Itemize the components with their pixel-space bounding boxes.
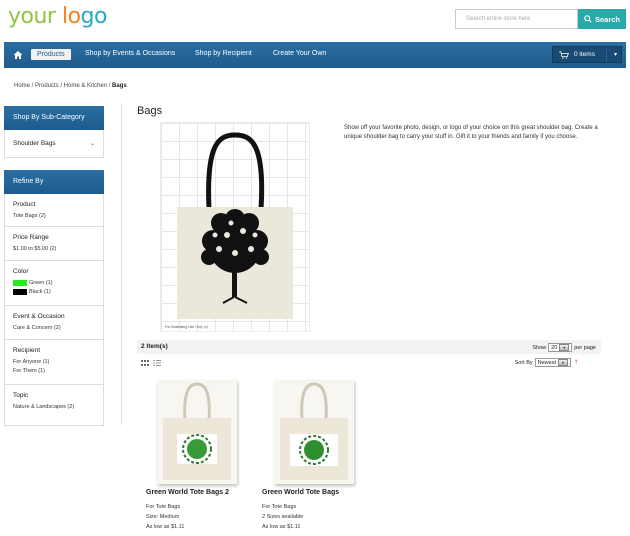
product-name[interactable]: Green World Tote Bags 2	[146, 489, 229, 496]
view-bar: Sort By Newest ▾ ↑	[137, 357, 601, 370]
nav-shop-by-recipient[interactable]: Shop by Recipient	[195, 50, 252, 57]
filter-title: Topic	[13, 392, 29, 399]
list-view-icon[interactable]	[153, 360, 161, 366]
product-price: As low as $1.11	[146, 524, 185, 530]
cart-count: 0 items	[574, 51, 595, 58]
filter-title: Recipient	[13, 347, 41, 354]
product-price: As low as $1.11	[262, 524, 301, 530]
show-label: Show	[532, 344, 547, 351]
filter-title: Price Range	[13, 234, 49, 241]
sort-value: Newest	[537, 359, 556, 366]
cart-icon	[559, 50, 569, 59]
nav-shop-by-events[interactable]: Shop by Events & Occasions	[85, 50, 175, 57]
logo-word-go: go	[80, 4, 108, 29]
page-title: Bags	[137, 105, 163, 117]
item-count: 2 Item(s)	[141, 343, 168, 350]
search-input[interactable]: Search entire store here	[455, 9, 578, 29]
sort-control: Sort By Newest ▾	[515, 358, 571, 367]
color-swatch-green	[13, 280, 27, 286]
filter-option[interactable]: Tote Bags (2)	[13, 213, 103, 219]
sort-direction-icon[interactable]: ↑	[574, 357, 578, 366]
filter-option-label: Black (1)	[29, 289, 51, 295]
filter-group-recipient: Recipient For Anyone (1) For Them (1)	[5, 340, 103, 385]
breadcrumb-path[interactable]: Home / Products / Home & Kitchen /	[14, 83, 112, 89]
product-type: For Tote Bags	[146, 504, 181, 510]
filter-group-product: Product Tote Bags (2)	[5, 194, 103, 227]
filter-option-label: Green (1)	[29, 280, 53, 286]
page-size-value: 20	[551, 344, 558, 351]
refine-header: Refine By	[4, 170, 104, 194]
filter-option[interactable]: Nature & Landscapes (2)	[13, 404, 103, 410]
product-image-1[interactable]	[157, 380, 237, 484]
filter-option[interactable]: For Them (1)	[13, 368, 103, 374]
subcategory-select[interactable]: Shoulder Bags ⌄	[4, 130, 104, 158]
product-type: For Tote Bags	[262, 504, 297, 510]
tote-bag-icon	[274, 380, 354, 484]
home-icon[interactable]	[13, 50, 23, 60]
filter-option[interactable]: For Anyone (1)	[13, 359, 103, 365]
sidebar-divider	[121, 103, 122, 425]
chevron-down-icon: ▾	[559, 344, 570, 351]
grid-view-icon[interactable]	[141, 360, 149, 366]
tote-bag-illustration	[177, 132, 293, 319]
logo-word-lo: lo	[61, 4, 81, 29]
breadcrumb-current: Bags	[112, 83, 127, 89]
chevron-down-icon: ⌄	[89, 141, 95, 147]
toolbar: 2 Item(s) Show 20 ▾ per page	[137, 340, 601, 354]
category-description: Show off your favorite photo, design, or…	[344, 125, 598, 140]
filter-option[interactable]: $1.00 to $5.00 (2)	[13, 246, 103, 252]
cart-divider	[606, 47, 607, 62]
subcategory-value: Shoulder Bags	[13, 140, 56, 147]
product-image-2[interactable]	[274, 380, 354, 484]
filter-option[interactable]: Care & Concern (2)	[13, 325, 103, 331]
product-name[interactable]: Green World Tote Bags	[262, 489, 339, 496]
filter-title: Product	[13, 201, 36, 208]
filter-option-green[interactable]: Green (1)	[13, 280, 103, 286]
search-icon	[584, 15, 592, 23]
filter-title: Color	[13, 268, 29, 275]
filter-group-topic: Topic Nature & Landscapes (2)	[5, 385, 103, 425]
product-size: Size: Medium	[146, 514, 180, 520]
product-size: 2 Sizes available	[262, 514, 304, 520]
cart-button[interactable]: 0 items ▾	[552, 46, 622, 63]
subcategory-header: Shop By Sub-Category	[4, 106, 104, 130]
search-button[interactable]: Search	[578, 9, 626, 29]
nav-create-your-own[interactable]: Create Your Own	[273, 50, 326, 57]
per-page-label: per page	[574, 344, 596, 351]
breadcrumb: Home / Products / Home & Kitchen / Bags	[14, 83, 127, 89]
sort-select[interactable]: Newest ▾	[534, 358, 571, 367]
chevron-down-icon: ▾	[558, 359, 568, 366]
filter-title: Event & Occasion	[13, 313, 65, 320]
sort-label: Sort By	[514, 359, 533, 366]
chevron-down-icon[interactable]: ▾	[614, 51, 617, 58]
logo-word-your: your	[8, 4, 56, 29]
site-logo[interactable]: your logo	[8, 4, 107, 29]
tote-bag-icon	[157, 380, 237, 484]
nav-products[interactable]: Products	[31, 49, 71, 60]
page-size-control: Show 20 ▾ per page	[532, 343, 596, 352]
filter-group-event: Event & Occasion Care & Concern (2)	[5, 306, 103, 340]
hero-caption: For Illustrating Use Only. (c)	[165, 325, 209, 329]
color-swatch-black	[13, 289, 27, 295]
hero-image	[160, 122, 310, 332]
main-nav: Products Shop by Events & Occasions Shop…	[4, 42, 626, 68]
page-size-select[interactable]: 20 ▾	[548, 343, 573, 352]
filter-group-color: Color Green (1) Black (1)	[5, 261, 103, 306]
refine-panel: Product Tote Bags (2) Price Range $1.00 …	[4, 194, 104, 426]
filter-option-black[interactable]: Black (1)	[13, 289, 103, 295]
search-button-label: Search	[594, 14, 621, 24]
filter-group-price: Price Range $1.00 to $5.00 (2)	[5, 227, 103, 261]
